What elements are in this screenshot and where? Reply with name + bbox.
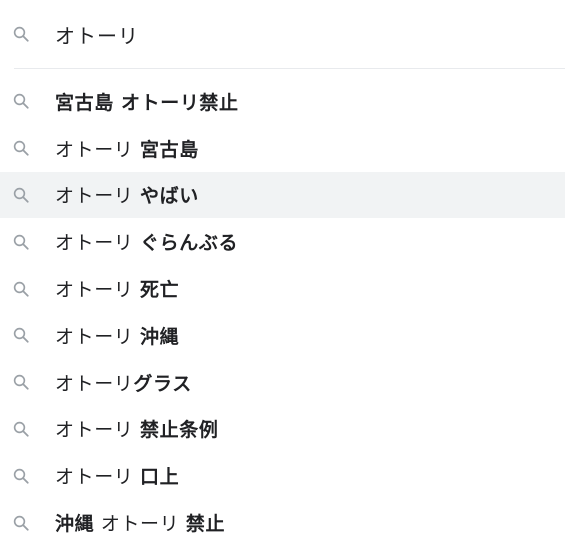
search-icon xyxy=(9,323,33,347)
suggestion-query-part: オトーリ xyxy=(55,138,141,161)
suggestion-query-part: オトーリ xyxy=(94,513,186,536)
suggestion-emphasis: 禁止 xyxy=(185,513,226,536)
suggestion-item[interactable]: オトーリ 宮古島 xyxy=(0,125,565,172)
search-icon xyxy=(9,183,33,207)
search-icon xyxy=(9,464,33,488)
suggestion-label: オトーリ 口上 xyxy=(55,462,179,489)
search-icon xyxy=(9,230,33,254)
search-divider xyxy=(14,68,565,69)
search-input[interactable]: オトーリ xyxy=(55,20,139,49)
search-icon xyxy=(9,277,33,301)
suggestion-item[interactable]: オトーリ やばい xyxy=(0,171,565,219)
suggestion-list: 宮古島 オトーリ禁止 オトーリ 宮古島 オトーリ やばい オトーリ ぐらんぶる オトーリ… xyxy=(0,78,565,546)
search-icon xyxy=(9,370,33,394)
suggestion-query-part: オトーリ xyxy=(55,372,134,395)
search-icon xyxy=(9,417,33,441)
suggestion-label: オトーリ 禁止条例 xyxy=(55,415,218,442)
suggestion-emphasis: 死亡 xyxy=(140,279,180,302)
suggestion-item[interactable]: オトーリ 死亡 xyxy=(0,265,565,312)
suggestion-emphasis: やばい xyxy=(140,185,199,208)
suggestion-label: 宮古島 オトーリ禁止 xyxy=(55,88,239,115)
search-suggestions-panel: オトーリ 宮古島 オトーリ禁止 オトーリ 宮古島 オトーリ やばい オトーリ ぐらんぶ… xyxy=(0,0,565,557)
suggestion-query-part: オトーリ xyxy=(55,279,141,302)
suggestion-emphasis: 宮古島 xyxy=(140,138,199,161)
suggestion-label: 沖縄 オトーリ 禁止 xyxy=(55,509,225,536)
suggestion-emphasis: ぐらんぶる xyxy=(140,232,239,255)
suggestion-label: オトーリグラス xyxy=(55,369,192,396)
suggestion-item[interactable]: オトーリ 口上 xyxy=(0,452,565,499)
suggestion-emphasis: 口上 xyxy=(140,466,180,489)
suggestion-emphasis: 沖縄 xyxy=(140,325,180,348)
suggestion-item[interactable]: 沖縄 オトーリ 禁止 xyxy=(0,499,565,546)
search-icon xyxy=(9,136,33,160)
suggestion-label: オトーリ 沖縄 xyxy=(55,322,179,349)
suggestion-emphasis: 沖縄 xyxy=(55,513,95,536)
suggestion-query-part: オトーリ xyxy=(55,466,141,489)
suggestion-item[interactable]: オトーリ ぐらんぶる xyxy=(0,218,565,265)
suggestion-item[interactable]: オトーリグラス xyxy=(0,359,565,406)
suggestion-emphasis: グラス xyxy=(133,372,192,395)
suggestion-item[interactable]: 宮古島 オトーリ禁止 xyxy=(0,78,565,125)
suggestion-query-part: オトーリ xyxy=(55,232,141,255)
suggestion-query-part: オトーリ xyxy=(55,325,141,348)
search-icon xyxy=(9,89,33,113)
suggestion-item[interactable]: オトーリ 沖縄 xyxy=(0,312,565,359)
suggestion-query-part: オトーリ xyxy=(55,419,141,442)
search-box[interactable]: オトーリ xyxy=(0,0,565,68)
suggestion-label: オトーリ ぐらんぶる xyxy=(55,228,238,255)
suggestion-item[interactable]: オトーリ 禁止条例 xyxy=(0,406,565,453)
suggestion-query-part: オトーリ xyxy=(55,185,141,208)
search-icon xyxy=(9,511,33,535)
suggestion-emphasis: 禁止条例 xyxy=(140,419,219,442)
suggestion-label: オトーリ 死亡 xyxy=(55,275,179,302)
suggestion-label: オトーリ 宮古島 xyxy=(55,135,199,162)
suggestion-label: オトーリ やばい xyxy=(55,181,199,208)
suggestion-emphasis: 宮古島 オトーリ禁止 xyxy=(55,91,239,114)
search-icon xyxy=(9,22,33,46)
